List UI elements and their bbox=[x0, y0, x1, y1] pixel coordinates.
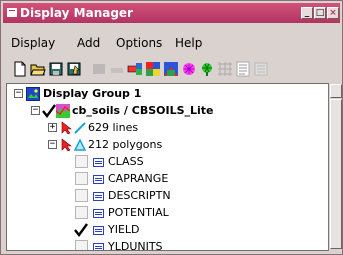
attribute-row[interactable]: CLASS bbox=[11, 154, 311, 170]
attribute-label: YIELD bbox=[108, 223, 140, 236]
lines-label: 629 lines bbox=[88, 121, 139, 134]
menu-help[interactable]: Help bbox=[175, 36, 202, 50]
layer-label: cb_soils / CBSOILS_Lite bbox=[72, 104, 214, 117]
raster-icon[interactable] bbox=[145, 61, 161, 77]
tree-group-row[interactable]: − Display Group 1 bbox=[11, 86, 311, 102]
maximize-button[interactable]: □ bbox=[314, 7, 326, 19]
open-icon[interactable] bbox=[30, 61, 46, 77]
close-button[interactable]: × bbox=[327, 7, 339, 19]
new-icon[interactable] bbox=[12, 61, 28, 77]
attribute-icon bbox=[93, 175, 104, 184]
checkmark-icon[interactable] bbox=[42, 104, 56, 118]
menu-add[interactable]: Add bbox=[77, 36, 100, 50]
attribute-checkbox[interactable] bbox=[75, 172, 88, 185]
attribute-icon bbox=[93, 243, 104, 250]
collapse-toggle[interactable]: − bbox=[31, 106, 40, 115]
scroll-thumb[interactable] bbox=[330, 99, 342, 249]
save-icon[interactable] bbox=[48, 61, 64, 77]
menu-display[interactable]: Display bbox=[11, 36, 55, 50]
pointer-icon bbox=[61, 138, 72, 152]
attribute-row[interactable]: YLDUNITS bbox=[11, 239, 311, 251]
tree-lines-row[interactable]: + 629 lines bbox=[11, 120, 311, 136]
vector-icon[interactable] bbox=[181, 61, 197, 77]
layer-tree: − Display Group 1 − cb_soils / CBSOILS_L… bbox=[6, 83, 334, 251]
line-icon bbox=[74, 122, 86, 134]
attribute-icon bbox=[93, 209, 104, 218]
attribute-label: POTENTIAL bbox=[108, 206, 169, 219]
nviz-icon[interactable] bbox=[217, 61, 233, 77]
disabled-icon bbox=[93, 64, 105, 74]
toolbar bbox=[3, 59, 340, 79]
attribute-label: YLDUNITS bbox=[108, 240, 163, 251]
window-title: Display Manager bbox=[20, 6, 133, 20]
tree-layer-row[interactable]: − cb_soils / CBSOILS_Lite bbox=[11, 103, 331, 119]
display-manager-window: Display Manager _ □ × Display Add Option… bbox=[0, 0, 343, 255]
grid-icon[interactable] bbox=[199, 61, 215, 77]
collapse-toggle[interactable]: − bbox=[14, 89, 23, 98]
scroll-up-button[interactable] bbox=[330, 84, 342, 98]
attribute-row[interactable]: POTENTIAL bbox=[11, 205, 311, 221]
checkmark-icon[interactable] bbox=[74, 223, 88, 237]
attribute-label: CLASS bbox=[108, 155, 144, 168]
menu-options[interactable]: Options bbox=[116, 36, 162, 50]
attribute-checkbox[interactable] bbox=[75, 155, 88, 168]
table-icon[interactable] bbox=[235, 61, 251, 77]
attribute-checkbox[interactable] bbox=[75, 240, 88, 250]
attribute-label: DESCRIPTN bbox=[108, 189, 171, 202]
window-icon bbox=[7, 8, 17, 17]
attribute-row[interactable]: CAPRANGE bbox=[11, 171, 311, 187]
attribute-row[interactable]: YIELD bbox=[11, 222, 311, 238]
attribute-checkbox[interactable] bbox=[75, 206, 88, 219]
disabled-icon bbox=[254, 62, 268, 76]
vector-layer-icon bbox=[56, 104, 70, 118]
rgb-icon[interactable] bbox=[163, 61, 179, 77]
attribute-label: CAPRANGE bbox=[108, 172, 169, 185]
attribute-icon bbox=[93, 158, 104, 167]
expand-toggle[interactable]: + bbox=[48, 123, 57, 132]
group-icon bbox=[26, 87, 40, 101]
add-layer-icon[interactable] bbox=[127, 61, 143, 77]
disabled-icon bbox=[111, 68, 123, 73]
minimize-button[interactable]: _ bbox=[301, 7, 313, 19]
group-label: Display Group 1 bbox=[43, 87, 142, 100]
polygons-label: 212 polygons bbox=[88, 138, 163, 151]
attribute-icon bbox=[93, 226, 104, 235]
vertical-scrollbar[interactable] bbox=[328, 83, 342, 251]
pointer-icon bbox=[61, 121, 72, 135]
load-icon[interactable] bbox=[66, 61, 82, 77]
attribute-checkbox[interactable] bbox=[75, 189, 88, 202]
attribute-row[interactable]: DESCRIPTN bbox=[11, 188, 311, 204]
collapse-toggle[interactable]: − bbox=[48, 140, 57, 149]
polygon-icon bbox=[73, 138, 87, 151]
menu-bar: Display Add Options Help bbox=[3, 34, 340, 52]
title-bar[interactable]: Display Manager _ □ × bbox=[3, 3, 340, 23]
tree-polygons-row[interactable]: − 212 polygons bbox=[11, 137, 311, 153]
attribute-icon bbox=[93, 192, 104, 201]
